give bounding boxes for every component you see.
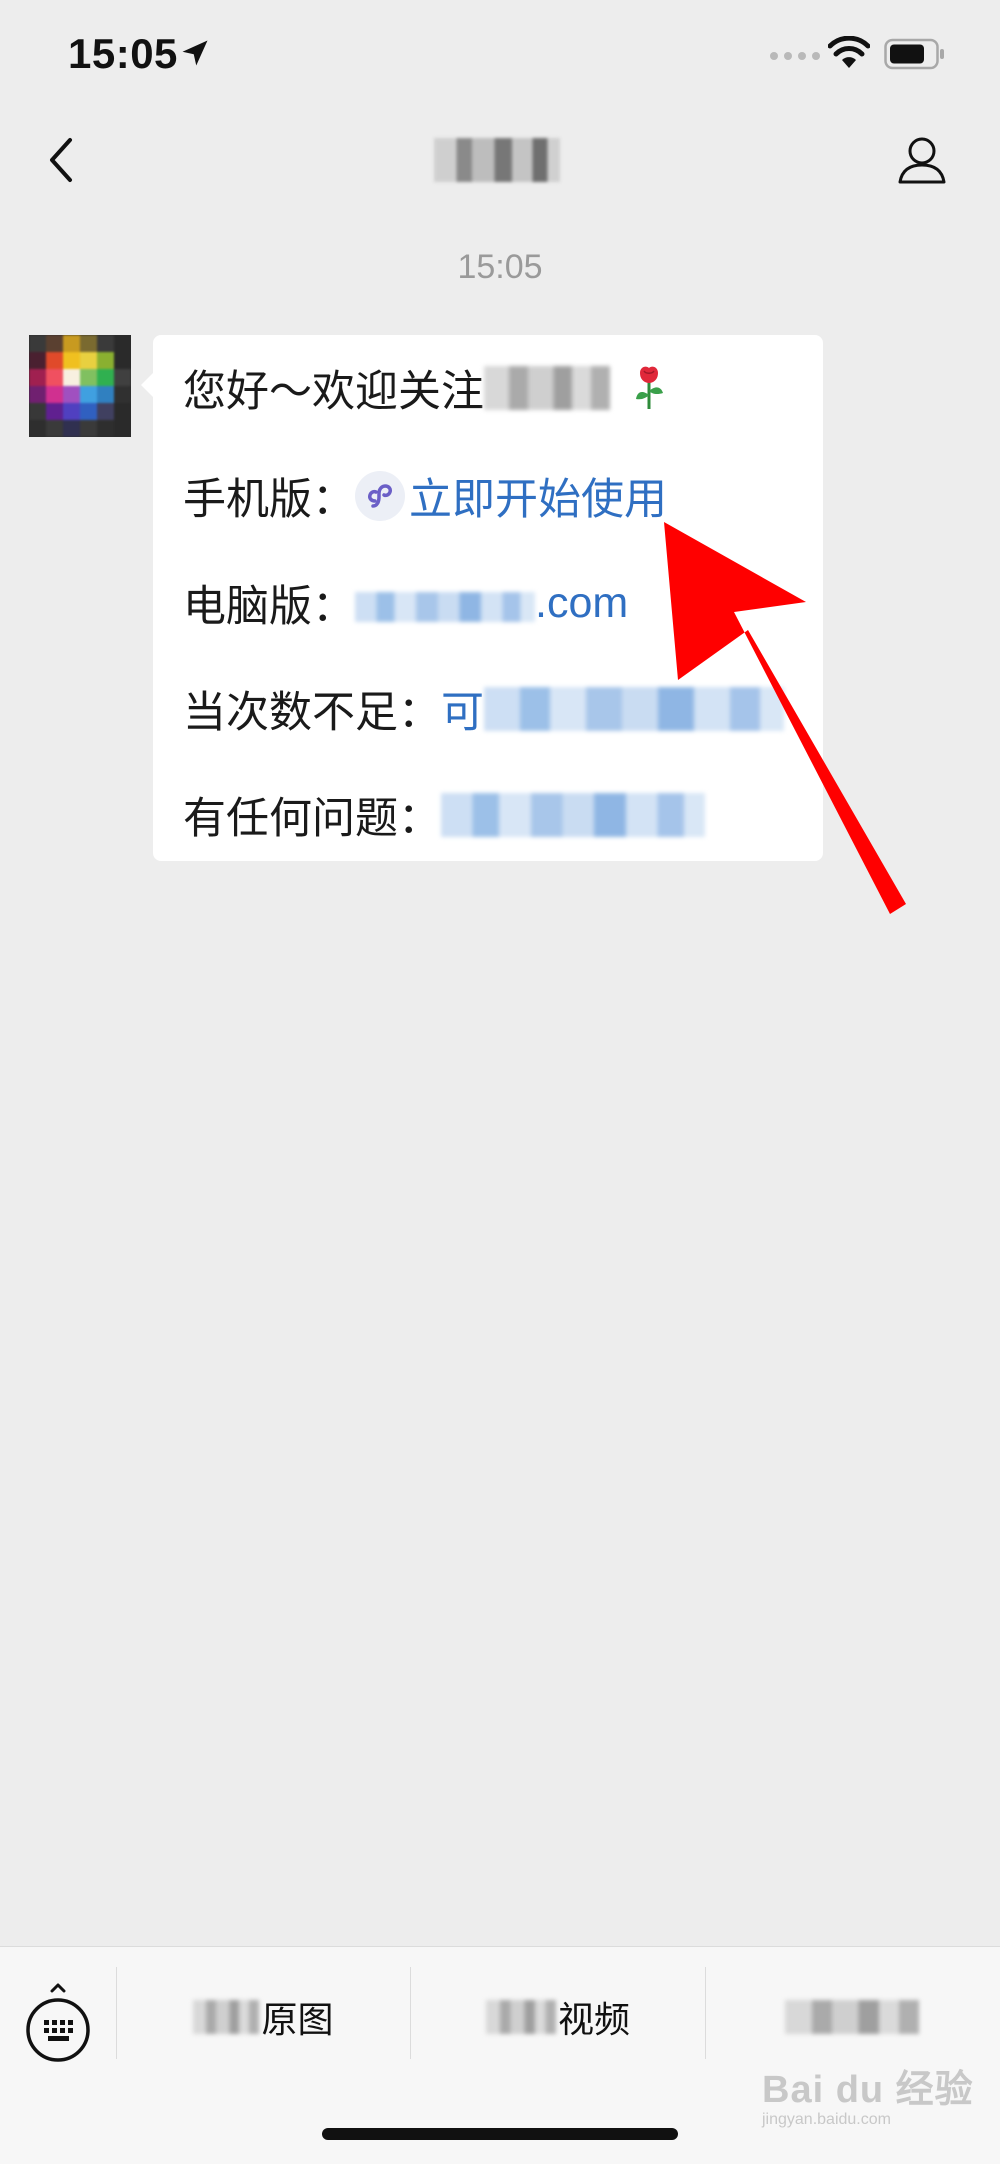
rose-emoji-icon <box>636 366 663 409</box>
start-using-link[interactable]: 立即开始使用 <box>409 465 667 527</box>
menu-item-2-label: 视频 <box>557 1999 630 2040</box>
redacted-account-name <box>484 366 610 410</box>
home-indicator[interactable] <box>322 2128 678 2140</box>
chat-timestamp: 15:05 <box>457 248 543 286</box>
message-line-desktop: 电脑版： .com <box>183 572 628 634</box>
desktop-url-link[interactable]: .com <box>535 579 628 628</box>
message-line-insufficient: 当次数不足： 可 <box>183 678 784 740</box>
message-line-greeting: 您好～欢迎关注 <box>183 357 666 419</box>
contact-profile-icon[interactable] <box>896 134 948 186</box>
redacted-domain <box>355 592 535 622</box>
insufficient-label: 当次数不足： <box>183 689 441 737</box>
menu-item-video[interactable]: 视频 <box>411 1947 705 2087</box>
chat-title-redacted <box>434 138 560 182</box>
baidu-jingyan-watermark: Bai du 经验 jingyan.baidu.com <box>762 2058 974 2129</box>
chat-nav-bar <box>0 110 1000 210</box>
insufficient-link-prefix[interactable]: 可 <box>441 678 484 740</box>
message-line-mobile: 手机版： 立即开始使用 <box>183 465 667 527</box>
back-chevron-icon[interactable] <box>42 134 82 186</box>
desktop-label: 电脑版： <box>183 583 355 631</box>
redacted-menu-text <box>485 2000 556 2034</box>
questions-label: 有任何问题： <box>183 795 441 843</box>
location-arrow-icon <box>182 40 208 66</box>
redacted-menu-text <box>193 2000 260 2034</box>
redacted-menu-text <box>785 2000 919 2034</box>
redacted-contact-info <box>441 793 705 837</box>
keyboard-toggle-icon[interactable] <box>24 1983 92 2063</box>
watermark-subtext: jingyan.baidu.com <box>762 2111 891 2128</box>
status-bar: 15:05 <box>0 0 1000 110</box>
status-time: 15:05 <box>68 30 178 77</box>
greeting-text: 您好～欢迎关注 <box>183 368 484 416</box>
menu-item-original-image[interactable]: 原图 <box>117 1947 410 2087</box>
watermark-text: Bai du 经验 <box>762 2069 974 2111</box>
sender-avatar[interactable] <box>29 335 131 437</box>
battery-icon <box>884 38 944 70</box>
message-bubble[interactable]: 您好～欢迎关注 手机版： 立即开始使用 电脑版： .com 当次数不足： 可 有… <box>141 335 823 861</box>
mini-program-link-icon <box>355 471 405 521</box>
redacted-insufficient-text <box>484 687 784 731</box>
menu-item-1-label: 原图 <box>261 1999 334 2040</box>
cellular-signal-icon <box>770 52 820 60</box>
wifi-icon <box>828 36 870 68</box>
mobile-label: 手机版： <box>183 476 355 524</box>
red-arrow-annotation <box>664 522 906 914</box>
message-line-questions: 有任何问题： <box>183 784 705 846</box>
